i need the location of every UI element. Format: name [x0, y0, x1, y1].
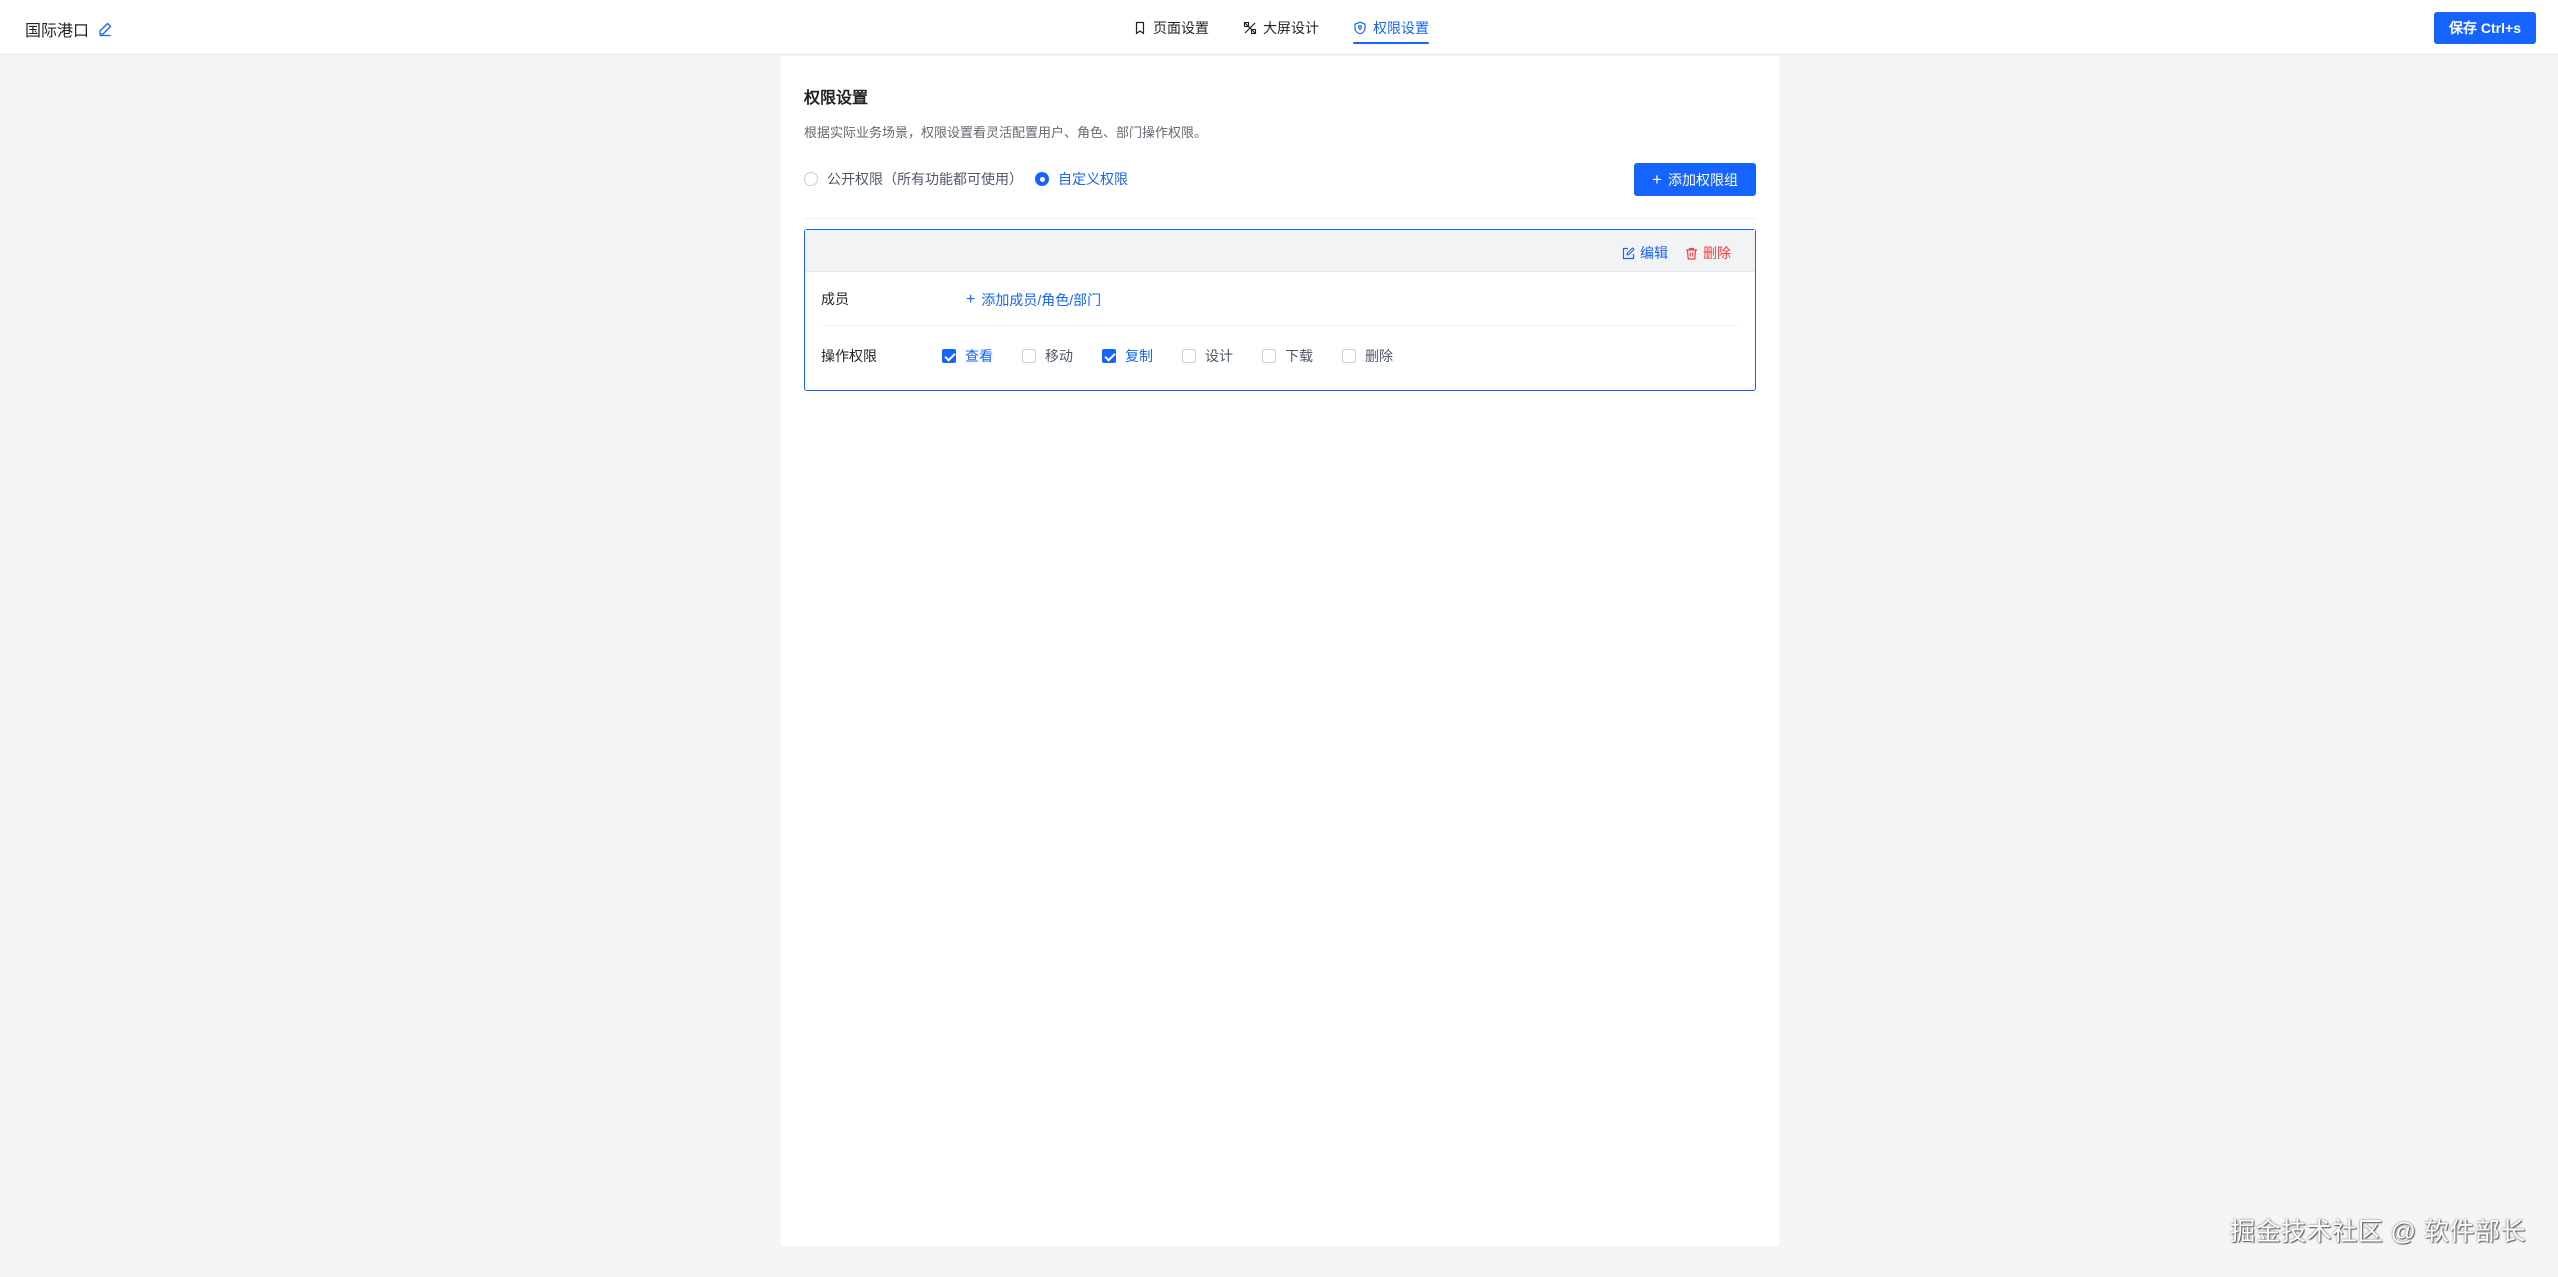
- checkbox-box: [1342, 349, 1356, 363]
- checkbox-box: [1262, 349, 1276, 363]
- tab-page-settings[interactable]: 页面设置: [1133, 0, 1209, 55]
- section-title: 权限设置: [804, 90, 869, 107]
- tab-screen-design[interactable]: 大屏设计: [1243, 0, 1319, 55]
- radio-public-permission[interactable]: 公开权限（所有功能都可使用）: [804, 169, 1023, 189]
- tab-bar: 页面设置 大屏设计 权限设置: [1133, 0, 1463, 55]
- watermark: 掘金技术社区 @ 软件部长: [2230, 1218, 2526, 1246]
- radio-circle: [1035, 172, 1049, 186]
- checkbox-label: 移动: [1045, 348, 1073, 364]
- checkbox-label: 查看: [965, 348, 993, 364]
- edit-label: 编辑: [1640, 245, 1668, 261]
- tab-label: 页面设置: [1153, 19, 1209, 36]
- member-label: 成员: [821, 291, 849, 307]
- radio-custom-permission[interactable]: 自定义权限: [1035, 169, 1128, 189]
- tab-permission-settings[interactable]: 权限设置: [1353, 0, 1429, 55]
- checkbox-download[interactable]: 下载: [1262, 346, 1313, 366]
- add-member-link[interactable]: + 添加成员/角色/部门: [966, 290, 1101, 310]
- checkbox-label: 设计: [1205, 348, 1233, 364]
- bookmark-icon: [1133, 21, 1147, 35]
- trash-icon: [1685, 247, 1698, 260]
- tab-label: 大屏设计: [1263, 19, 1319, 36]
- page-title: 国际港口: [25, 23, 90, 40]
- checkbox-delete[interactable]: 删除: [1342, 346, 1393, 366]
- plus-icon: +: [1652, 170, 1662, 189]
- save-button[interactable]: 保存 Ctrl+s: [2434, 12, 2536, 44]
- checkbox-label: 删除: [1365, 348, 1393, 364]
- section-description: 根据实际业务场景，权限设置看灵活配置用户、角色、部门操作权限。: [804, 125, 1208, 140]
- edit-icon: [1622, 246, 1635, 260]
- design-icon: [1243, 21, 1257, 35]
- checkbox-label: 下载: [1285, 348, 1313, 364]
- permission-mode-row: 公开权限（所有功能都可使用） 自定义权限 + 添加权限组: [804, 163, 1756, 219]
- top-bar: 国际港口 页面设置 大屏设计 权限设置 保存 Ctrl+s: [0, 0, 2558, 55]
- delete-label: 删除: [1703, 245, 1731, 261]
- shield-icon: [1353, 21, 1367, 35]
- operation-label: 操作权限: [821, 348, 877, 364]
- radio-label: 公开权限（所有功能都可使用）: [827, 171, 1023, 187]
- checkbox-box: [1102, 349, 1116, 363]
- title-area: 国际港口: [25, 17, 113, 41]
- checkbox-box: [1022, 349, 1036, 363]
- radio-label: 自定义权限: [1058, 171, 1128, 187]
- checkbox-copy[interactable]: 复制: [1102, 346, 1153, 366]
- tab-label: 权限设置: [1373, 19, 1429, 36]
- checkbox-box: [942, 349, 956, 363]
- member-row: 成员 + 添加成员/角色/部门: [821, 272, 1739, 326]
- edit-group-button[interactable]: 编辑: [1622, 243, 1668, 263]
- checkbox-view[interactable]: 查看: [942, 346, 993, 366]
- delete-group-button[interactable]: 删除: [1685, 243, 1731, 263]
- checkbox-label: 复制: [1125, 348, 1153, 364]
- group-card-header: 编辑 删除: [805, 230, 1755, 272]
- add-permission-group-button[interactable]: + 添加权限组: [1634, 163, 1756, 196]
- operation-permission-row: 操作权限 查看 移动 复制 设计 下载 删除: [821, 326, 1739, 386]
- edit-title-icon[interactable]: [97, 21, 113, 37]
- checkbox-design[interactable]: 设计: [1182, 346, 1233, 366]
- checkbox-box: [1182, 349, 1196, 363]
- plus-icon: +: [966, 291, 976, 308]
- checkbox-move[interactable]: 移动: [1022, 346, 1073, 366]
- button-label: 添加权限组: [1667, 171, 1738, 188]
- radio-circle: [804, 172, 818, 186]
- permission-panel: 权限设置 根据实际业务场景，权限设置看灵活配置用户、角色、部门操作权限。 公开权…: [781, 56, 1779, 1246]
- permission-group-card: 编辑 删除 成员 + 添加成员/角色/部门 操作权限 查看 移动 复制 设计 下…: [804, 229, 1756, 391]
- add-member-label: 添加成员/角色/部门: [981, 292, 1102, 308]
